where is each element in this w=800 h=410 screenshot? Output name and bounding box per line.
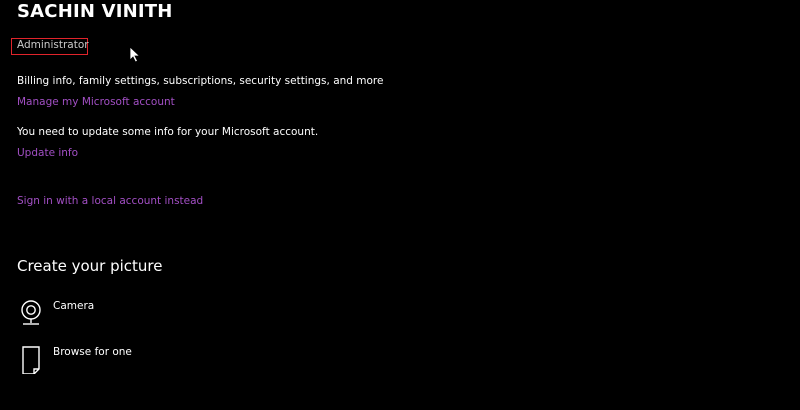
browse-file-icon (22, 346, 40, 374)
mouse-pointer-icon (129, 46, 141, 63)
browse-option[interactable]: Browse for one (17, 344, 257, 374)
update-notice-text: You need to update some info for your Mi… (17, 126, 319, 138)
browse-option-label: Browse for one (53, 346, 132, 358)
billing-info-text: Billing info, family settings, subscript… (17, 75, 384, 87)
account-role: Administrator (17, 39, 89, 51)
camera-option[interactable]: Camera (17, 298, 257, 328)
user-name: SACHIN VINITH (17, 1, 173, 22)
camera-option-label: Camera (53, 300, 95, 312)
sign-in-local-account-link[interactable]: Sign in with a local account instead (17, 195, 203, 207)
create-picture-heading: Create your picture (17, 257, 163, 275)
update-info-link[interactable]: Update info (17, 147, 78, 159)
account-info-page: SACHIN VINITH Administrator Billing info… (0, 0, 800, 410)
camera-icon (21, 300, 41, 325)
manage-account-link[interactable]: Manage my Microsoft account (17, 96, 175, 108)
